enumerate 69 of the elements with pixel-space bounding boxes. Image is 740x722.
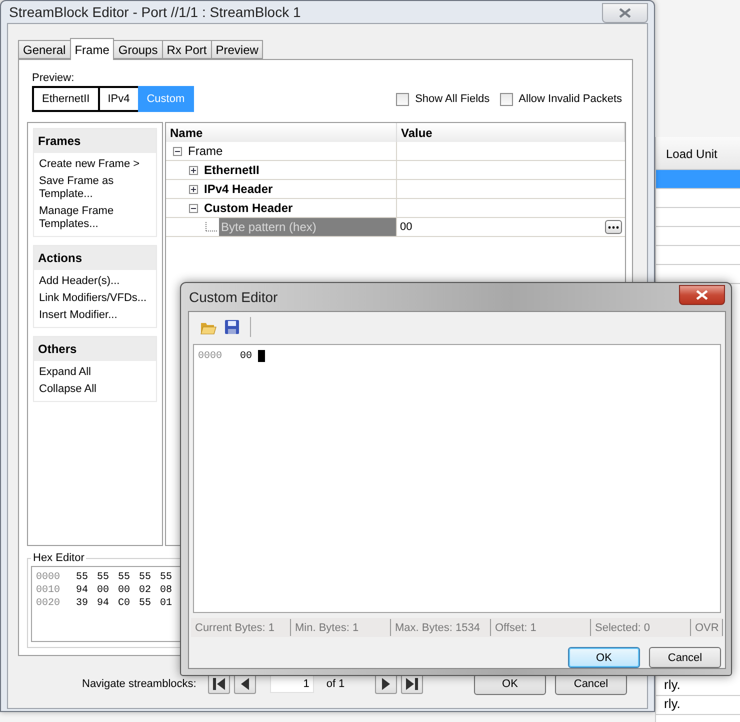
last-button[interactable]: [400, 674, 423, 694]
save-button[interactable]: [222, 317, 242, 337]
window-title: Custom Editor: [189, 289, 279, 305]
checkbox-label: Show All Fields: [415, 93, 490, 105]
hex-offset: 0000: [36, 571, 60, 584]
hex-offset: 0020: [36, 597, 60, 610]
status-item: Max. Bytes: 1534: [391, 619, 491, 636]
expand-icon[interactable]: [189, 166, 198, 174]
last-icon: [404, 677, 419, 691]
window-title: StreamBlock Editor - Port //1/1 : StreamBlock 1: [9, 4, 302, 20]
preview-button[interactable]: IPv4: [98, 86, 140, 112]
tree-item[interactable]: Frame: [186, 142, 396, 160]
first-icon: [212, 677, 226, 691]
status-item: OVR: [691, 619, 723, 636]
hex-bytes: 94 00 00 02 08: [76, 584, 172, 597]
hex-bytes: 55 55 55 55 55: [76, 571, 172, 584]
triangle-right-icon: [380, 677, 391, 691]
close-icon: [618, 8, 632, 18]
preview-label: Preview:: [32, 72, 76, 84]
triangle-left-icon: [240, 677, 250, 691]
status-item: Min. Bytes: 1: [291, 619, 391, 636]
next-button[interactable]: [374, 674, 397, 694]
close-button[interactable]: [602, 3, 648, 23]
checkbox[interactable]: [500, 92, 513, 106]
field-value[interactable]: 00: [400, 221, 412, 233]
close-icon: [695, 290, 709, 300]
collapse-icon[interactable]: [173, 146, 182, 156]
section-header: Frames: [34, 129, 156, 153]
text-cursor: [258, 350, 266, 362]
group-title: Hex Editor: [32, 552, 86, 564]
tab[interactable]: Rx Port: [162, 40, 212, 59]
hex-bytes: 39 94 C0 55 01: [76, 597, 172, 610]
dialog-button[interactable]: OK: [568, 647, 640, 668]
tree-connector: [205, 222, 219, 232]
tab[interactable]: Preview: [210, 40, 264, 59]
page-field[interactable]: 1: [270, 675, 314, 693]
table-cell: rly.: [656, 696, 740, 715]
tree-item[interactable]: EthernetII: [202, 161, 396, 179]
column-header: Value: [397, 123, 625, 142]
column-header[interactable]: Load Unit: [656, 137, 740, 170]
hex-offset: 0000: [198, 350, 222, 362]
close-button[interactable]: [679, 285, 725, 305]
preview-button[interactable]: EthernetII: [32, 86, 100, 112]
table-cell: rly.: [656, 677, 740, 696]
column-header: Name: [166, 123, 397, 142]
tab[interactable]: Frame: [70, 38, 114, 60]
collapse-icon[interactable]: [189, 204, 198, 212]
navigator-label: Navigate streamblocks:: [82, 678, 196, 690]
checkbox[interactable]: [396, 92, 410, 106]
status-item: Offset: 1: [491, 619, 591, 636]
tree-item[interactable]: IPv4 Header: [202, 180, 396, 198]
hex-edit-area[interactable]: 0000 00: [193, 344, 721, 613]
first-button[interactable]: [208, 674, 230, 694]
hex-bytes: 00: [240, 350, 252, 362]
section-header: Others: [34, 337, 156, 361]
page-count: of 1: [326, 678, 345, 690]
ellipsis-icon: [608, 226, 619, 228]
dialog-button[interactable]: Cancel: [649, 647, 721, 668]
section-header: Actions: [34, 246, 156, 270]
tab[interactable]: General: [18, 40, 71, 59]
ellipsis-button[interactable]: [605, 220, 622, 234]
tab[interactable]: Groups: [113, 40, 163, 59]
tree-item[interactable]: Custom Header: [202, 199, 396, 217]
hex-offset: 0010: [36, 584, 60, 597]
status-item: Current Bytes: 1: [191, 619, 291, 636]
previous-button[interactable]: [234, 674, 256, 694]
expand-icon[interactable]: [189, 184, 198, 194]
status-item: Selected: 0: [591, 619, 691, 636]
checkbox-label: Allow Invalid Packets: [518, 93, 622, 105]
